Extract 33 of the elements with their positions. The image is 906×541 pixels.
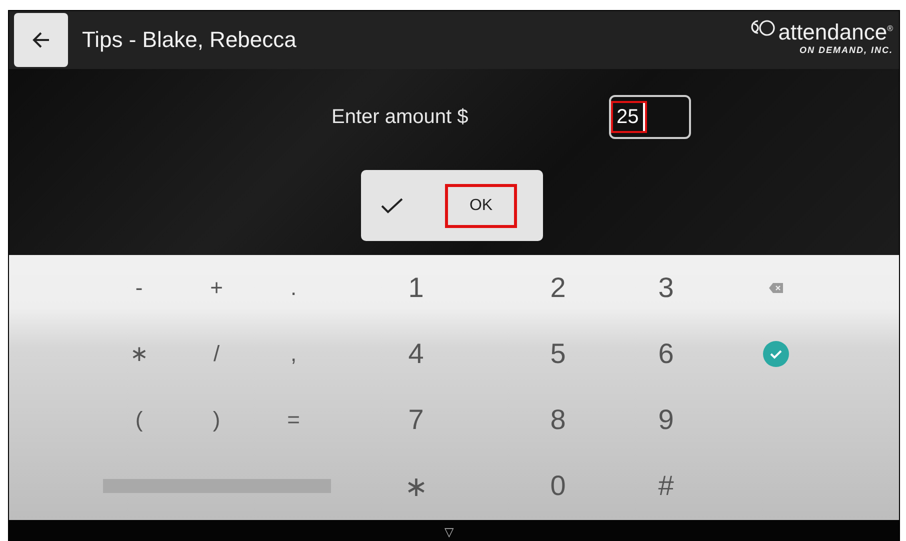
keyboard-key[interactable]: 4	[332, 321, 500, 387]
keyboard-key[interactable]: ,	[255, 321, 332, 387]
keyboard-key[interactable]: ∗	[332, 453, 500, 519]
keyboard-key[interactable]: /	[178, 321, 255, 387]
keyboard-key[interactable]: ∗	[100, 321, 178, 387]
keyboard-key[interactable]: 0	[500, 453, 616, 519]
keyboard-key[interactable]: 1	[332, 255, 500, 321]
ok-button[interactable]: OK	[445, 184, 517, 228]
back-button[interactable]	[14, 13, 68, 67]
keyboard-key[interactable]: #	[616, 453, 716, 519]
keyboard-key[interactable]: .	[255, 255, 332, 321]
keyboard-key[interactable]: )	[178, 387, 255, 453]
keyboard-key[interactable]: 7	[332, 387, 500, 453]
keyboard-key[interactable]: 3	[616, 255, 716, 321]
keyboard-key[interactable]: 5	[500, 321, 616, 387]
logo-wordmark: attendance$^{®}$	[778, 18, 893, 45]
screen-title: Tips - Blake, Rebecca	[82, 27, 298, 53]
keyboard-key[interactable]: 9	[616, 387, 716, 453]
keyboard-key[interactable]: 6	[616, 321, 716, 387]
logo-tagline: ON DEMAND, INC.	[800, 44, 893, 55]
keyboard-key[interactable]: 2	[500, 255, 616, 321]
backspace-icon[interactable]	[769, 283, 783, 293]
amount-label: Enter amount $	[332, 106, 470, 128]
keyboard-key[interactable]: =	[255, 387, 332, 453]
keyboard-key[interactable]: (	[100, 387, 178, 453]
nav-back-button[interactable]: ▽	[444, 525, 454, 541]
keyboard-key[interactable]: 8	[500, 387, 616, 453]
check-icon[interactable]	[381, 198, 403, 214]
keyboard-key[interactable]: -	[100, 255, 178, 321]
done-check-icon[interactable]	[763, 341, 789, 367]
back-arrow-icon	[31, 30, 51, 50]
amount-field[interactable]: 25	[608, 95, 690, 139]
keyboard-key[interactable]: +	[178, 255, 255, 321]
